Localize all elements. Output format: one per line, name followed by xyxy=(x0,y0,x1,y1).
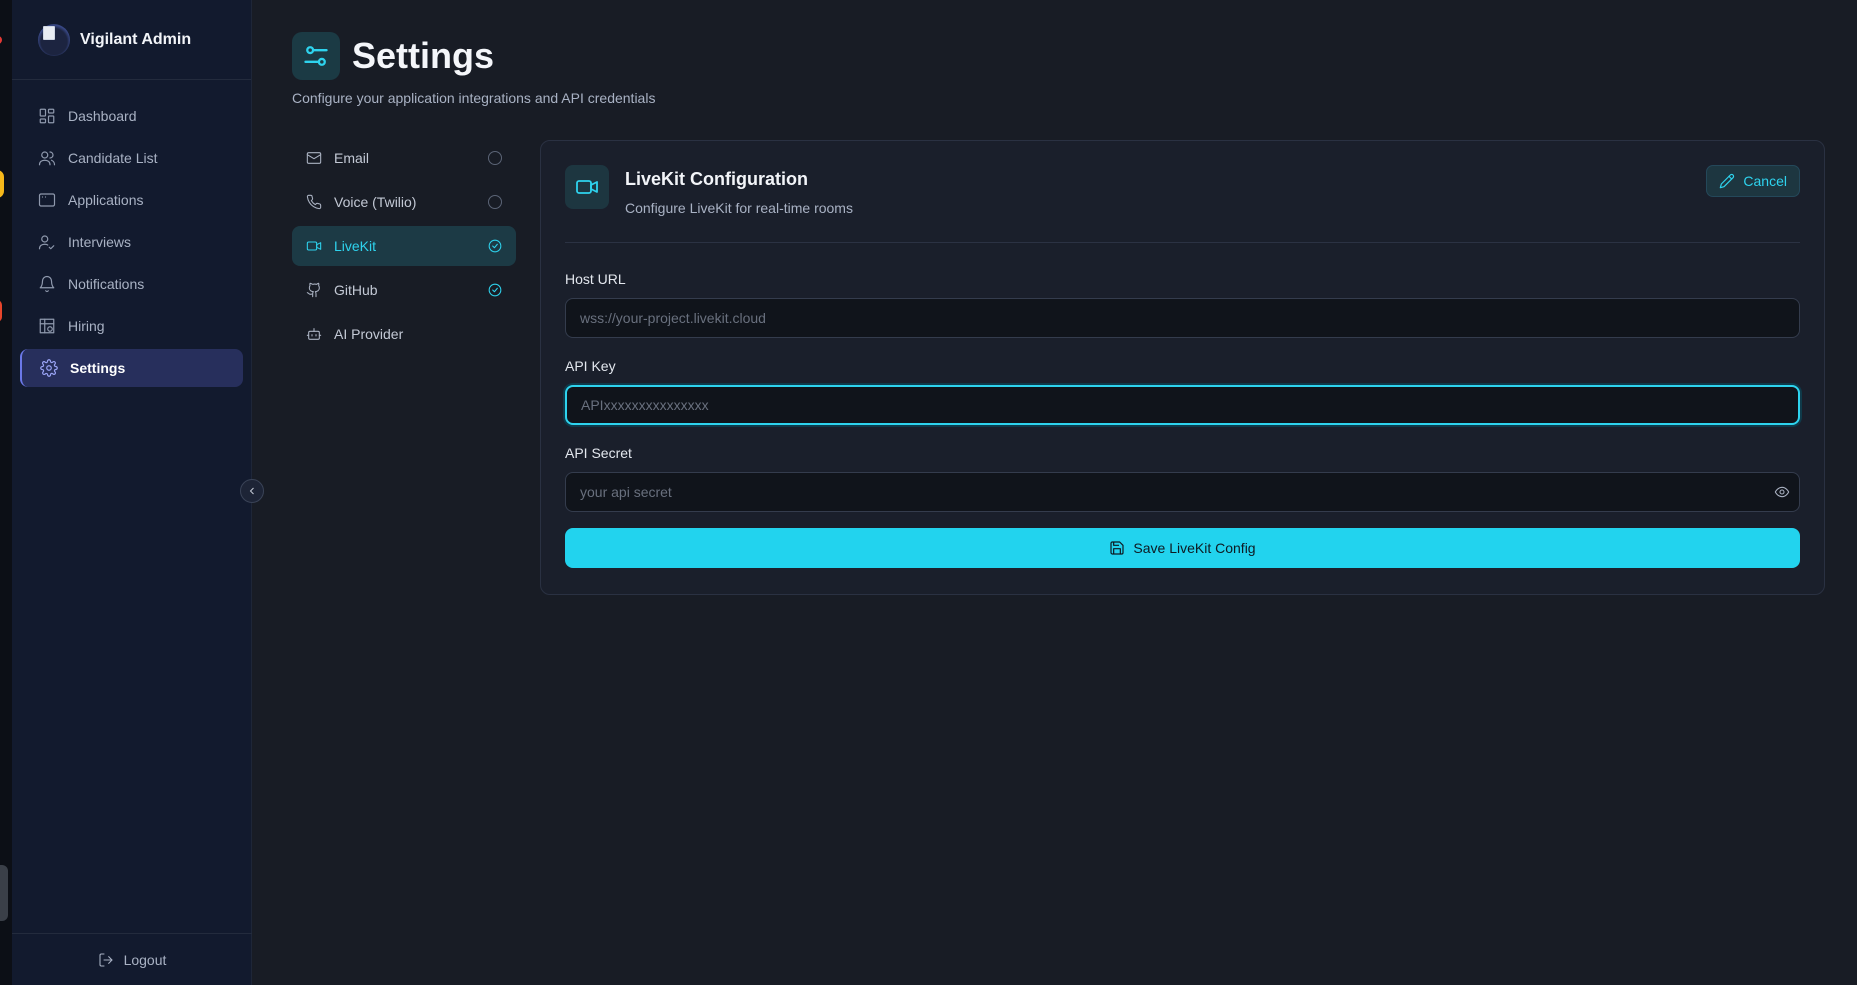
api-secret-label: API Secret xyxy=(565,445,632,461)
mail-icon xyxy=(306,152,322,164)
sidebar-item-interviews[interactable]: Interviews xyxy=(20,223,243,261)
panel-heading-text: LiveKit Configuration Configure LiveKit … xyxy=(625,165,853,216)
status-unconfigured-icon xyxy=(488,195,502,209)
sidebar-item-label: Hiring xyxy=(68,318,105,334)
page-title: Settings xyxy=(352,35,495,76)
api-secret-wrap xyxy=(565,472,1800,512)
settings-tab-ai-provider[interactable]: AI Provider xyxy=(292,314,516,354)
brand-name: Vigilant Admin xyxy=(80,30,192,48)
settings-tab-github[interactable]: GitHub xyxy=(292,270,516,310)
settings-tab-label: Email xyxy=(334,150,370,166)
bot-icon xyxy=(306,328,322,340)
app-root: Vigilant Admin Dashboard Candidate List … xyxy=(0,0,1857,985)
save-label: Save LiveKit Config xyxy=(1133,540,1256,556)
sidebar-item-label: Notifications xyxy=(68,276,145,292)
chevron-left-icon xyxy=(249,487,254,495)
settings-tab-label: Voice (Twilio) xyxy=(334,194,417,210)
dashboard-icon xyxy=(39,108,55,124)
sidebar-item-label: Settings xyxy=(70,360,126,376)
sidebar-item-label: Applications xyxy=(68,192,144,208)
livekit-config-panel: LiveKit Configuration Configure LiveKit … xyxy=(540,140,1825,595)
status-unconfigured-icon xyxy=(488,151,502,165)
host-url-label: Host URL xyxy=(565,271,626,287)
host-url-wrap xyxy=(565,298,1800,338)
host-url-input[interactable] xyxy=(565,298,1800,338)
sidebar-item-candidate-list[interactable]: Candidate List xyxy=(20,139,243,177)
cancel-button[interactable]: Cancel xyxy=(1706,165,1800,197)
panel-header: LiveKit Configuration Configure LiveKit … xyxy=(565,165,1800,243)
sidebar-item-dashboard[interactable]: Dashboard xyxy=(20,97,243,135)
pencil-icon xyxy=(1720,173,1735,189)
page-subtitle: Configure your application integrations … xyxy=(292,90,656,106)
settings-tab-label: LiveKit xyxy=(334,238,377,254)
video-icon xyxy=(306,241,322,251)
panel-description: Configure LiveKit for real-time rooms xyxy=(625,200,853,216)
sidebar-collapse-button[interactable] xyxy=(240,479,264,503)
settings-nav: Email Voice (Twilio) LiveKit GitHub AI P xyxy=(292,138,516,358)
panel-title: LiveKit Configuration xyxy=(625,169,808,189)
phone-icon xyxy=(306,194,322,210)
sidebar-item-hiring[interactable]: Hiring xyxy=(20,307,243,345)
api-secret-input[interactable] xyxy=(565,472,1800,512)
sidebar-item-label: Interviews xyxy=(68,234,132,250)
brand: Vigilant Admin xyxy=(12,0,251,80)
status-configured-icon xyxy=(488,283,502,297)
page-header: Settings xyxy=(292,32,494,80)
sidebar-item-label: Candidate List xyxy=(68,150,158,166)
cancel-label: Cancel xyxy=(1743,173,1787,189)
logout-label: Logout xyxy=(123,951,167,968)
bell-icon xyxy=(39,275,55,293)
external-window-edge xyxy=(0,0,12,985)
save-icon xyxy=(1110,541,1125,555)
gear-icon xyxy=(40,359,58,377)
settings-tab-label: GitHub xyxy=(334,282,378,298)
show-secret-toggle[interactable] xyxy=(1774,484,1790,500)
sidebar-item-settings[interactable]: Settings xyxy=(20,349,243,387)
api-key-label: API Key xyxy=(565,358,616,374)
sidebar: Vigilant Admin Dashboard Candidate List … xyxy=(12,0,252,985)
github-icon xyxy=(306,282,320,298)
logout-button[interactable]: Logout xyxy=(12,933,252,985)
settings-tab-label: AI Provider xyxy=(334,326,404,342)
settings-tab-livekit[interactable]: LiveKit xyxy=(292,226,516,266)
sliders-icon xyxy=(292,32,340,80)
sidebar-item-notifications[interactable]: Notifications xyxy=(20,265,243,303)
sidebar-nav: Dashboard Candidate List Applications In… xyxy=(12,80,251,387)
grid-icon xyxy=(39,318,55,334)
settings-tab-email[interactable]: Email xyxy=(292,138,516,178)
user-check-icon xyxy=(38,235,55,250)
brand-logo xyxy=(38,23,70,56)
settings-tab-voice[interactable]: Voice (Twilio) xyxy=(292,182,516,222)
sidebar-item-label: Dashboard xyxy=(68,108,137,124)
main-content: Settings Configure your application inte… xyxy=(292,0,1857,985)
api-key-wrap xyxy=(565,385,1800,425)
status-configured-icon xyxy=(488,239,502,253)
sidebar-item-applications[interactable]: Applications xyxy=(20,181,243,219)
api-key-input[interactable] xyxy=(565,385,1800,425)
users-icon xyxy=(38,151,56,166)
save-livekit-config-button[interactable]: Save LiveKit Config xyxy=(565,528,1800,568)
eye-icon xyxy=(1774,486,1790,498)
window-icon xyxy=(38,193,56,207)
logout-icon xyxy=(99,952,113,967)
video-icon xyxy=(565,165,609,209)
status-none xyxy=(488,327,502,341)
